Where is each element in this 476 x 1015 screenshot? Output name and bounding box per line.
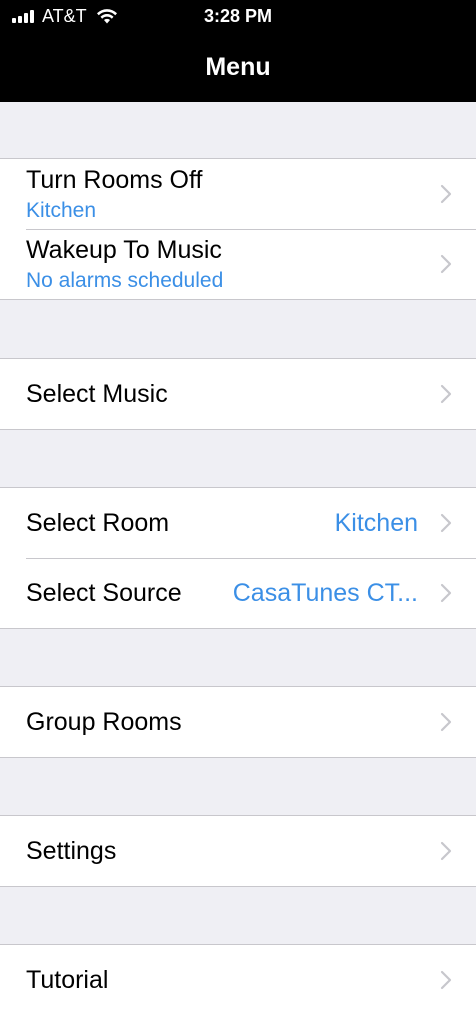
navigation-bar: Menu — [0, 34, 476, 102]
page-title: Menu — [205, 53, 271, 81]
chevron-right-icon — [440, 583, 452, 603]
selected-source-value: CasaTunes CT... — [232, 579, 418, 607]
menu-item-title: Settings — [26, 837, 117, 865]
chevron-right-icon — [440, 841, 452, 861]
menu-group-room-source: Select Room Kitchen Select Source CasaTu… — [0, 487, 476, 629]
chevron-right-icon — [440, 970, 452, 990]
menu-group-rooms-alarms: Turn Rooms Off Kitchen Wakeup To Music N… — [0, 158, 476, 300]
menu-item-subtitle: No alarms scheduled — [26, 269, 224, 292]
chevron-right-icon — [440, 513, 452, 533]
chevron-right-icon — [440, 712, 452, 732]
menu-item-title: Select Source — [26, 579, 182, 607]
menu-item-select-music[interactable]: Select Music — [0, 359, 476, 429]
menu-item-title: Group Rooms — [26, 708, 182, 736]
status-time: 3:28 PM — [203, 6, 273, 26]
menu-item-select-source[interactable]: Select Source CasaTunes CT... — [0, 558, 476, 628]
menu-item-title: Select Music — [26, 380, 168, 408]
chevron-right-icon — [440, 384, 452, 404]
menu-item-title: Wakeup To Music — [26, 236, 222, 264]
menu-item-turn-rooms-off[interactable]: Turn Rooms Off Kitchen — [0, 159, 476, 229]
menu-item-select-room[interactable]: Select Room Kitchen — [0, 488, 476, 558]
menu-item-tutorial[interactable]: Tutorial — [0, 945, 476, 1015]
chevron-right-icon — [440, 184, 452, 204]
menu-item-title: Turn Rooms Off — [26, 166, 203, 194]
menu-item-title: Tutorial — [26, 966, 109, 994]
selected-room-value: Kitchen — [334, 509, 418, 537]
menu-item-group-rooms[interactable]: Group Rooms — [0, 687, 476, 757]
chevron-right-icon — [440, 254, 452, 274]
menu-group-settings: Settings — [0, 815, 476, 887]
menu-group-music: Select Music — [0, 358, 476, 430]
menu-item-subtitle: Kitchen — [26, 199, 97, 222]
menu-group-grouping: Group Rooms — [0, 686, 476, 758]
menu-item-settings[interactable]: Settings — [0, 816, 476, 886]
menu-group-help: Tutorial — [0, 944, 476, 1015]
menu-item-wakeup-to-music[interactable]: Wakeup To Music No alarms scheduled — [0, 229, 476, 299]
menu-item-title: Select Room — [26, 509, 170, 537]
status-bar: AT&T 3:28 PM — [0, 0, 476, 34]
